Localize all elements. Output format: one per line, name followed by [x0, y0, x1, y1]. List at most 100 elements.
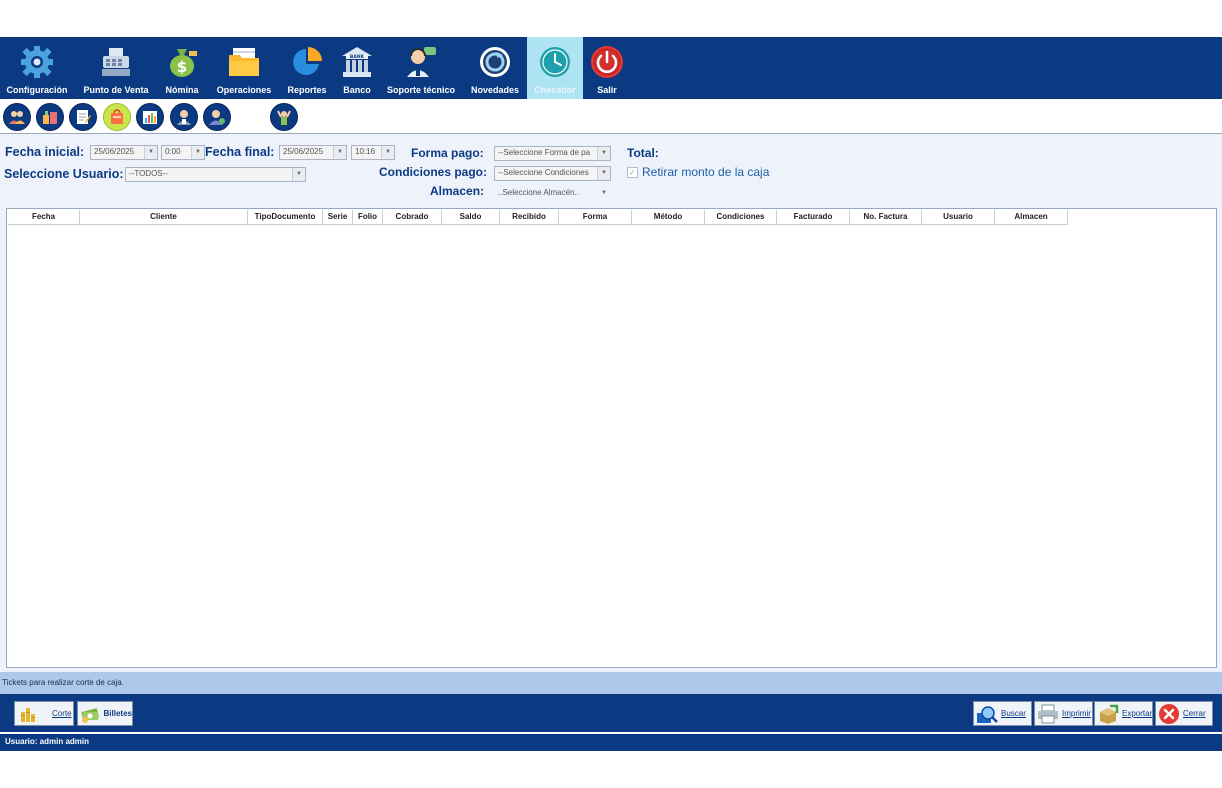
bar-chart-icon[interactable] — [136, 103, 164, 131]
column-header[interactable]: Recibido — [500, 210, 559, 224]
imprimir-button[interactable]: Imprimir — [1034, 701, 1093, 726]
happy-person-icon[interactable] — [270, 103, 298, 131]
usuario-select[interactable]: --TODOS-- ▼ — [125, 167, 306, 182]
retirar-monto-checkbox[interactable]: ✓ Retirar monto de la caja — [627, 165, 769, 179]
total-label: Total: — [627, 146, 659, 160]
menu-operaciones[interactable]: Operaciones — [214, 37, 274, 99]
chevron-down-icon[interactable]: ▼ — [598, 187, 610, 200]
menu-label: Operaciones — [216, 85, 272, 95]
menu-label: Nómina — [165, 85, 199, 95]
folder-icon — [225, 43, 263, 81]
menu-banco[interactable]: BANK Banco — [338, 37, 376, 99]
tickets-grid[interactable]: Fecha Cliente TipoDocumento Serie Folio … — [6, 208, 1217, 668]
grid-header: Fecha Cliente TipoDocumento Serie Folio … — [8, 210, 1068, 225]
column-header[interactable]: Almacen — [995, 210, 1068, 224]
clock-icon — [536, 43, 574, 81]
column-header[interactable]: TipoDocumento — [248, 210, 323, 224]
products-icon[interactable] — [36, 103, 64, 131]
menu-label: Configuración — [6, 85, 68, 95]
menu-soporte-tecnico[interactable]: Soporte técnico — [386, 37, 456, 99]
menu-label: Novedades — [470, 85, 520, 95]
user-badge-icon[interactable] — [170, 103, 198, 131]
billetes-button[interactable]: Billetes — [77, 701, 133, 726]
cerrar-button[interactable]: Cerrar — [1155, 701, 1213, 726]
money-bag-icon: $ — [163, 43, 201, 81]
svg-text:$: $ — [177, 58, 187, 76]
seleccione-usuario-label: Seleccione Usuario: — [4, 167, 124, 181]
exportar-button[interactable]: Exportar — [1094, 701, 1153, 726]
column-header[interactable]: Serie — [323, 210, 353, 224]
fecha-inicial-time-picker[interactable]: 0:00 ▼ — [161, 145, 205, 160]
chevron-down-icon[interactable]: ▼ — [381, 146, 394, 159]
fecha-inicial-label: Fecha inicial: — [5, 145, 85, 159]
banknotes-icon — [80, 704, 101, 724]
menu-checador[interactable]: Checador — [527, 37, 583, 99]
chevron-down-icon[interactable]: ▼ — [597, 167, 610, 180]
fecha-final-date-picker[interactable]: 25/06/2025 ▼ — [279, 145, 347, 160]
bottom-toolbar: Corte Billetes Buscar Imprimir Exportar — [0, 694, 1222, 732]
column-header[interactable]: Forma — [559, 210, 632, 224]
document-edit-icon[interactable] — [69, 103, 97, 131]
support-agent-icon — [402, 43, 440, 81]
menu-configuracion[interactable]: Configuración — [5, 37, 69, 99]
menu-label: Checador — [534, 85, 576, 95]
chevron-down-icon[interactable]: ▼ — [144, 146, 157, 159]
condiciones-pago-select[interactable]: --Seleccione Condiciones ▼ — [494, 166, 611, 181]
refresh-icon — [476, 43, 514, 81]
fecha-inicial-time-value: 0:00 — [165, 147, 181, 156]
app-window: Configuración Punto de Venta $ Nómina Op… — [0, 37, 1222, 751]
billetes-label: Billetes — [103, 709, 132, 718]
chevron-down-icon[interactable]: ▼ — [597, 147, 610, 160]
menu-novedades[interactable]: Novedades — [469, 37, 521, 99]
menu-nomina[interactable]: $ Nómina — [162, 37, 202, 99]
bank-icon: BANK — [338, 43, 376, 81]
imprimir-label: Imprimir — [1062, 709, 1091, 718]
column-header[interactable]: Cliente — [80, 210, 248, 224]
fecha-inicial-date-picker[interactable]: 25/06/2025 ▼ — [90, 145, 158, 160]
almacen-value: ..Seleccione Almacén.. — [498, 188, 579, 197]
forma-pago-select[interactable]: --Seleccione Forma de pa ▼ — [494, 146, 611, 161]
fecha-final-time-value: 10:16 — [355, 147, 376, 156]
column-header[interactable]: Facturado — [777, 210, 850, 224]
almacen-select[interactable]: ..Seleccione Almacén.. ▼ — [494, 186, 611, 201]
pie-chart-icon — [288, 43, 326, 81]
gear-icon — [18, 43, 56, 81]
info-text: Tickets para realizar corte de caja. — [2, 678, 124, 687]
employees-icon[interactable] — [3, 103, 31, 131]
usuario-value: --TODOS-- — [129, 169, 168, 178]
coins-icon — [17, 704, 39, 724]
menu-label: Reportes — [287, 85, 327, 95]
column-header[interactable]: No. Factura — [850, 210, 922, 224]
power-icon — [588, 43, 626, 81]
cash-register-icon — [97, 43, 135, 81]
user-settings-icon[interactable] — [203, 103, 231, 131]
buscar-button[interactable]: Buscar — [973, 701, 1032, 726]
status-bar: Usuario: admin admin — [0, 732, 1222, 751]
column-header[interactable]: Fecha — [8, 210, 80, 224]
menu-punto-de-venta[interactable]: Punto de Venta — [82, 37, 150, 99]
chevron-down-icon[interactable]: ▼ — [292, 168, 305, 181]
column-header[interactable]: Método — [632, 210, 705, 224]
menu-label: Punto de Venta — [83, 85, 149, 95]
checkmark-icon[interactable]: ✓ — [627, 167, 638, 179]
menu-reportes[interactable]: Reportes — [285, 37, 329, 99]
chevron-down-icon[interactable]: ▼ — [333, 146, 346, 159]
menu-label: Soporte técnico — [386, 85, 455, 95]
chevron-down-icon[interactable]: ▼ — [191, 146, 204, 159]
fecha-final-time-picker[interactable]: 10:16 ▼ — [351, 145, 395, 160]
menu-label: Banco — [343, 85, 371, 95]
printer-icon — [1037, 704, 1059, 724]
column-header[interactable]: Folio — [353, 210, 383, 224]
corte-button[interactable]: Corte — [14, 701, 74, 726]
menu-salir[interactable]: Salir — [588, 37, 626, 99]
column-header[interactable]: Cobrado — [383, 210, 442, 224]
retirar-monto-label: Retirar monto de la caja — [642, 165, 770, 179]
search-icon — [976, 704, 998, 724]
column-header[interactable]: Usuario — [922, 210, 995, 224]
menu-label: Salir — [597, 85, 617, 95]
column-header[interactable]: Saldo — [442, 210, 500, 224]
main-menu-bar: Configuración Punto de Venta $ Nómina Op… — [0, 37, 1222, 99]
current-user-text: Usuario: admin admin — [5, 737, 90, 746]
shopping-bag-icon[interactable] — [103, 103, 131, 131]
column-header[interactable]: Condiciones — [705, 210, 777, 224]
